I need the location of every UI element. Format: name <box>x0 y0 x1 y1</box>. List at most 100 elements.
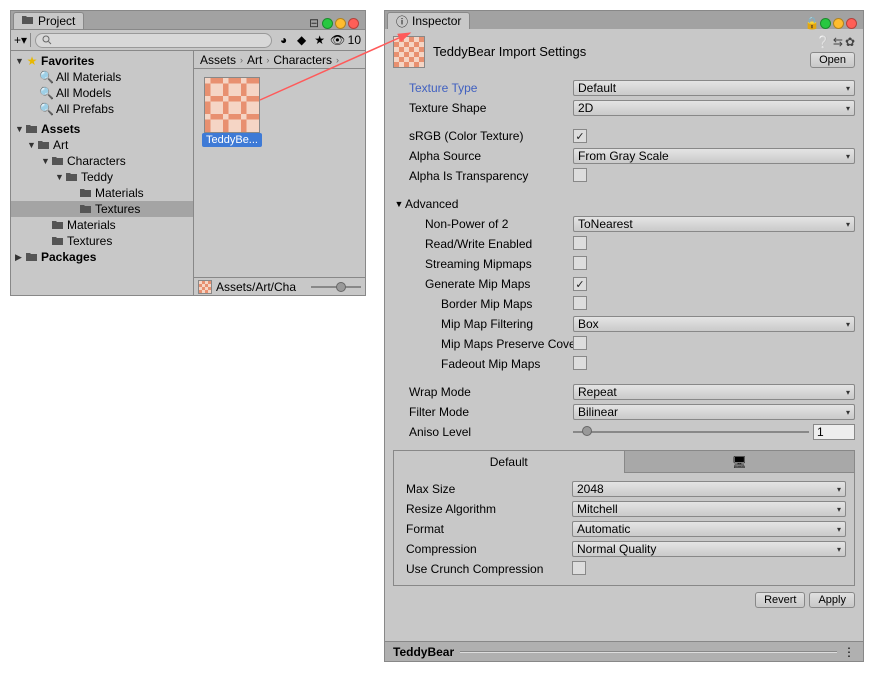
prop-mipfilter: Mip Map Filtering <box>393 317 573 331</box>
window-close-icon[interactable] <box>348 18 359 29</box>
page-title: TeddyBear Import Settings <box>433 44 802 59</box>
revert-button[interactable]: Revert <box>755 592 805 608</box>
folder-icon <box>79 204 93 214</box>
window-maximize-icon[interactable] <box>833 18 844 29</box>
srgb-checkbox[interactable] <box>573 129 587 143</box>
tree-fav-item[interactable]: 🔍All Prefabs <box>11 101 193 117</box>
apply-button[interactable]: Apply <box>809 592 855 608</box>
breadcrumb-item[interactable]: Assets <box>200 53 236 67</box>
window-maximize-icon[interactable] <box>335 18 346 29</box>
aniso-slider[interactable] <box>573 431 809 433</box>
asset-thumbnail <box>204 77 260 133</box>
platform-tab-standalone[interactable]: 🖥 <box>624 451 855 473</box>
alpha-source-dropdown[interactable]: From Gray Scale▾ <box>573 148 855 164</box>
tree-teddy-textures[interactable]: Textures <box>11 201 193 217</box>
rw-checkbox[interactable] <box>573 236 587 250</box>
alpha-transparency-checkbox[interactable] <box>573 168 587 182</box>
filter-by-type-icon[interactable]: ◕ <box>276 33 292 47</box>
lock-icon[interactable]: 🔒 <box>806 17 818 29</box>
filter-by-label-icon[interactable]: ◆ <box>294 33 310 47</box>
compression-dropdown[interactable]: Normal Quality▾ <box>572 541 846 557</box>
asset-thumbnail <box>393 36 425 68</box>
bordermip-checkbox[interactable] <box>573 296 587 310</box>
tree-assets-textures[interactable]: Textures <box>11 233 193 249</box>
folder-icon <box>79 188 93 198</box>
tree-teddy[interactable]: ▼Teddy <box>11 169 193 185</box>
tree-assets[interactable]: ▼Assets <box>11 121 193 137</box>
folder-icon <box>65 172 79 182</box>
folder-icon <box>25 124 39 134</box>
visible-count: 10 <box>348 33 361 47</box>
hidden-items-icon[interactable]: 👁 <box>330 33 346 47</box>
inspector-tab-label: Inspector <box>412 14 461 28</box>
preview-divider <box>460 651 837 653</box>
aniso-value-field[interactable]: 1 <box>813 424 855 440</box>
tree-art[interactable]: ▼Art <box>11 137 193 153</box>
tree-favorites[interactable]: ▼★Favorites <box>11 53 193 69</box>
prop-filter: Filter Mode <box>393 405 573 419</box>
fadeout-checkbox[interactable] <box>573 356 587 370</box>
window-minimize-icon[interactable] <box>322 18 333 29</box>
resize-dropdown[interactable]: Mitchell▾ <box>572 501 846 517</box>
window-close-icon[interactable] <box>846 18 857 29</box>
texture-shape-dropdown[interactable]: 2D▾ <box>573 100 855 116</box>
preset-icon[interactable]: ⇆ <box>833 35 843 49</box>
grid-size-slider[interactable] <box>311 280 361 294</box>
filter-dropdown[interactable]: Bilinear▾ <box>573 404 855 420</box>
project-tab[interactable]: Project <box>13 12 84 29</box>
prop-alpha-transparency: Alpha Is Transparency <box>393 169 573 183</box>
asset-teddybear[interactable]: TeddyBe... <box>202 77 262 147</box>
settings-menu-icon[interactable]: ✿ <box>845 35 855 49</box>
format-dropdown[interactable]: Automatic▾ <box>572 521 846 537</box>
inspector-header: TeddyBear Import Settings ❔ ⇆ ✿ Open <box>385 29 863 74</box>
crunch-checkbox[interactable] <box>572 561 586 575</box>
create-button[interactable]: +▾ <box>15 33 31 47</box>
preview-bar[interactable]: TeddyBear ⋮ <box>385 641 863 661</box>
search-icon: 🔍 <box>39 86 54 100</box>
folder-icon <box>22 14 34 28</box>
inspector-tab-bar: ⓘ Inspector 🔒 <box>385 11 863 29</box>
prop-genmip: Generate Mip Maps <box>393 277 573 291</box>
breadcrumb-item[interactable]: Characters <box>273 53 332 67</box>
prop-rw: Read/Write Enabled <box>393 237 573 251</box>
status-thumbnail <box>198 280 212 294</box>
mippreserve-checkbox[interactable] <box>573 336 587 350</box>
streaming-checkbox[interactable] <box>573 256 587 270</box>
prop-alpha-source: Alpha Source <box>393 149 573 163</box>
tree-teddy-materials[interactable]: Materials <box>11 185 193 201</box>
npot-dropdown[interactable]: ToNearest▾ <box>573 216 855 232</box>
prop-maxsize: Max Size <box>402 482 572 496</box>
open-button[interactable]: Open <box>810 52 855 68</box>
save-search-icon[interactable]: ★ <box>312 33 328 47</box>
project-tree[interactable]: ▼★Favorites 🔍All Materials 🔍All Models 🔍… <box>11 51 194 295</box>
asset-grid[interactable]: TeddyBe... <box>194 69 365 277</box>
dock-icon[interactable]: ⊟ <box>308 17 320 29</box>
prop-compression: Compression <box>402 542 572 556</box>
folder-icon <box>51 220 65 230</box>
inspector-tab[interactable]: ⓘ Inspector <box>387 12 470 29</box>
prop-texture-shape: Texture Shape <box>393 101 573 115</box>
platform-tab-default[interactable]: Default <box>394 451 624 473</box>
maxsize-dropdown[interactable]: 2048▾ <box>572 481 846 497</box>
mipfilter-dropdown[interactable]: Box▾ <box>573 316 855 332</box>
folder-icon <box>37 140 51 150</box>
tree-packages[interactable]: ▶Packages <box>11 249 193 265</box>
tree-fav-item[interactable]: 🔍All Models <box>11 85 193 101</box>
texture-type-dropdown[interactable]: Default▾ <box>573 80 855 96</box>
inspector-body: Texture TypeDefault▾ Texture Shape2D▾ sR… <box>385 74 863 641</box>
tree-fav-item[interactable]: 🔍All Materials <box>11 69 193 85</box>
wrap-dropdown[interactable]: Repeat▾ <box>573 384 855 400</box>
tree-characters[interactable]: ▼Characters <box>11 153 193 169</box>
folder-icon <box>51 156 65 166</box>
monitor-icon: 🖥 <box>732 455 747 469</box>
prop-fadeout: Fadeout Mip Maps <box>393 357 573 371</box>
preview-menu-icon[interactable]: ⋮ <box>843 645 855 659</box>
search-input[interactable] <box>35 33 272 48</box>
advanced-foldout[interactable]: ▼Advanced <box>393 194 855 214</box>
breadcrumb-item[interactable]: Art <box>247 53 262 67</box>
tree-assets-materials[interactable]: Materials <box>11 217 193 233</box>
help-icon[interactable]: ❔ <box>816 35 831 49</box>
prop-srgb: sRGB (Color Texture) <box>393 129 573 143</box>
window-minimize-icon[interactable] <box>820 18 831 29</box>
genmip-checkbox[interactable] <box>573 277 587 291</box>
